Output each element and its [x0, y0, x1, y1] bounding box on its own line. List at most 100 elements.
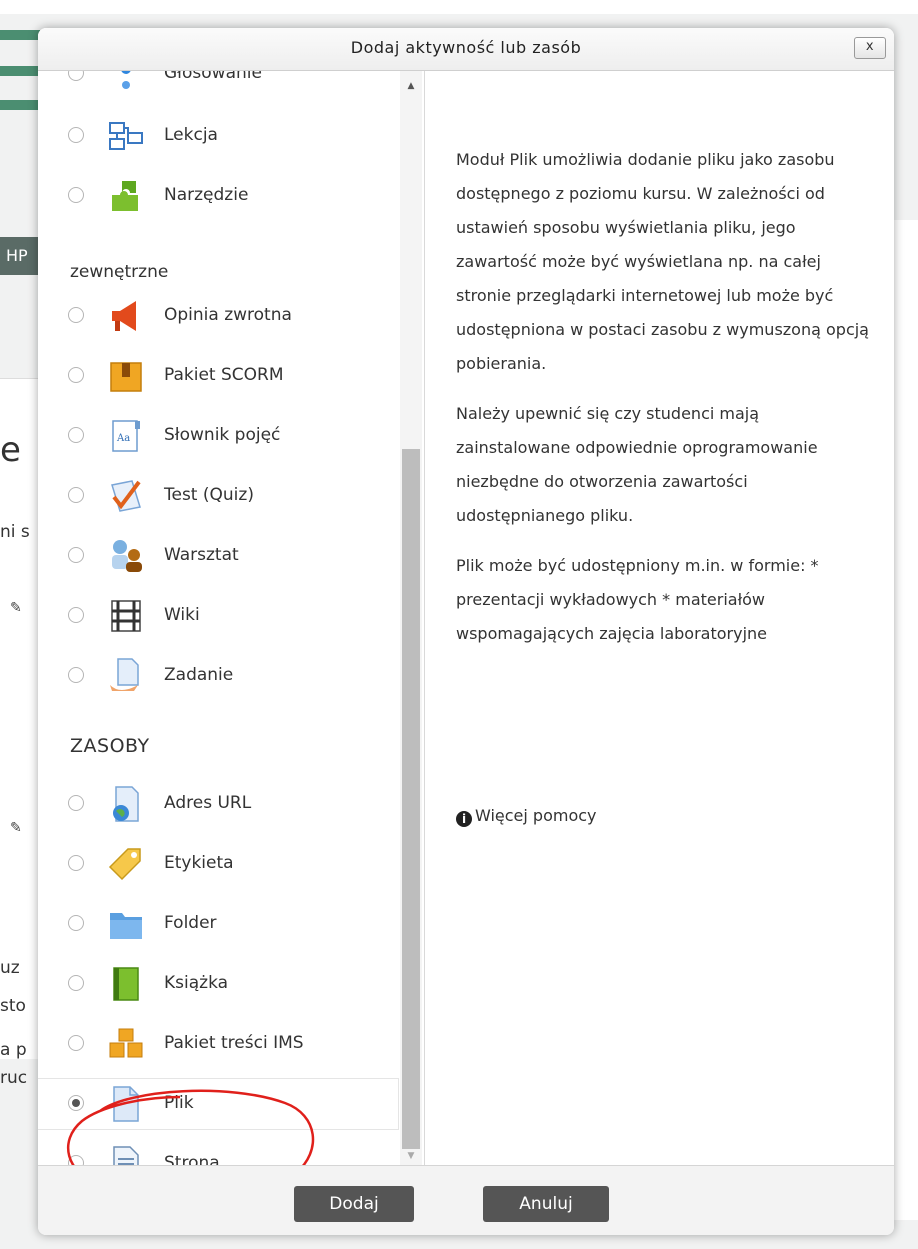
- option-radio[interactable]: [68, 1035, 84, 1051]
- option-label: Pakiet treści IMS: [164, 1033, 304, 1053]
- option-radio[interactable]: [68, 607, 84, 623]
- info-icon: i: [456, 811, 472, 827]
- puzzle-icon: [108, 177, 144, 215]
- option-radio[interactable]: [68, 307, 84, 323]
- quiz-checkmark-icon: [108, 477, 144, 515]
- background-logo-stripe: [0, 100, 40, 110]
- option-radio[interactable]: [68, 547, 84, 563]
- option-folder[interactable]: Folder: [38, 899, 398, 949]
- option-label: Pakiet SCORM: [164, 365, 284, 385]
- option-label: Etykieta: [164, 853, 234, 873]
- option-label: Opinia zwrotna: [164, 305, 292, 325]
- option-slownik-pojec[interactable]: Aa Słownik pojęć: [38, 411, 398, 461]
- option-label: Strona: [164, 1153, 220, 1165]
- workshop-people-icon: [108, 537, 144, 575]
- cancel-button[interactable]: Anuluj: [483, 1186, 609, 1222]
- background-text-fragment: uz: [0, 958, 20, 978]
- background-logo-stripe: [0, 66, 40, 76]
- option-label: Adres URL: [164, 793, 252, 813]
- dialog-footer: Dodaj Anuluj: [38, 1165, 894, 1235]
- option-strona[interactable]: Strona: [38, 1139, 398, 1165]
- background-text-fragment: a p: [0, 1040, 27, 1060]
- folder-icon: [108, 905, 144, 943]
- option-radio[interactable]: [68, 71, 84, 81]
- option-radio-selected[interactable]: [68, 1095, 84, 1111]
- packages-icon: [108, 1025, 144, 1063]
- option-radio[interactable]: [68, 127, 84, 143]
- url-globe-icon: [108, 785, 144, 823]
- option-label: Zadanie: [164, 665, 234, 685]
- more-help-link[interactable]: i Więcej pomocy: [456, 806, 597, 827]
- option-pakiet-scorm[interactable]: Pakiet SCORM: [38, 351, 398, 401]
- background-text-fragment: sto: [0, 996, 26, 1016]
- option-opinia-zwrotna[interactable]: Opinia zwrotna: [38, 291, 398, 341]
- option-etykieta[interactable]: Etykieta: [38, 839, 398, 889]
- edit-pencil-icon[interactable]: ✎: [10, 600, 22, 616]
- wiki-icon: [108, 597, 144, 635]
- add-activity-dialog: Dodaj aktywność lub zasób x Głosowanie L…: [38, 28, 894, 1235]
- lesson-icon: [108, 117, 144, 155]
- option-radio[interactable]: [68, 1155, 84, 1165]
- scrollbar-thumb[interactable]: [402, 449, 420, 1149]
- option-label: Test (Quiz): [164, 485, 254, 505]
- help-paragraph: Moduł Plik umożliwia dodanie pliku jako …: [456, 150, 869, 373]
- dialog-header: Dodaj aktywność lub zasób x: [38, 28, 894, 71]
- option-adres-url[interactable]: Adres URL: [38, 779, 398, 829]
- label-tag-icon: [108, 845, 144, 883]
- option-plik[interactable]: Plik: [38, 1079, 398, 1129]
- option-narzedzie-zewnetrzne[interactable]: Narzędzie: [38, 171, 398, 221]
- option-label: Folder: [164, 913, 217, 933]
- background-heading-fragment: e: [0, 430, 21, 470]
- background-hp-badge: HP: [0, 237, 40, 275]
- dialog-title: Dodaj aktywność lub zasób: [350, 38, 582, 57]
- background-topbar: [0, 0, 918, 14]
- option-radio[interactable]: [68, 427, 84, 443]
- option-radio[interactable]: [68, 487, 84, 503]
- option-ksiazka[interactable]: Książka: [38, 959, 398, 1009]
- option-label: Głosowanie: [164, 71, 262, 83]
- option-radio[interactable]: [68, 855, 84, 871]
- option-test-quiz[interactable]: Test (Quiz): [38, 471, 398, 521]
- file-icon: [108, 1085, 144, 1123]
- option-zadanie[interactable]: Zadanie: [38, 651, 398, 701]
- option-warsztat[interactable]: Warsztat: [38, 531, 398, 581]
- option-wiki[interactable]: Wiki: [38, 591, 398, 641]
- glossary-icon: Aa: [108, 417, 144, 455]
- option-radio[interactable]: [68, 667, 84, 683]
- option-label: Lekcja: [164, 125, 218, 145]
- background-content-panel: [0, 378, 40, 1059]
- edit-pencil-icon[interactable]: ✎: [10, 820, 22, 836]
- scroll-down-arrow-icon[interactable]: ▼: [400, 1151, 422, 1161]
- choice-icon: [108, 71, 144, 93]
- scroll-up-arrow-icon[interactable]: ▲: [400, 81, 422, 91]
- option-radio[interactable]: [68, 367, 84, 383]
- option-label: Wiki: [164, 605, 200, 625]
- option-label: Plik: [164, 1093, 194, 1113]
- svg-text:Aa: Aa: [116, 433, 130, 444]
- megaphone-icon: [108, 297, 144, 335]
- add-button[interactable]: Dodaj: [294, 1186, 414, 1222]
- help-paragraph: Należy upewnić się czy studenci mają zai…: [456, 404, 818, 525]
- page-icon: [108, 1145, 144, 1165]
- package-icon: [108, 357, 144, 395]
- option-glosowanie[interactable]: Głosowanie: [38, 71, 398, 99]
- background-text-fragment: ni s: [0, 522, 30, 542]
- option-radio[interactable]: [68, 915, 84, 931]
- options-list[interactable]: Głosowanie Lekcja Narzędzie zewnętrzne O…: [38, 71, 425, 1165]
- option-radio[interactable]: [68, 975, 84, 991]
- option-radio[interactable]: [68, 187, 84, 203]
- background-text-fragment: ruc: [0, 1068, 28, 1088]
- option-label: Słownik pojęć: [164, 425, 281, 445]
- option-label: Narzędzie: [164, 185, 249, 205]
- help-paragraph: Plik może być udostępniony m.in. w formi…: [456, 556, 819, 643]
- option-lekcja[interactable]: Lekcja: [38, 111, 398, 161]
- book-icon: [108, 965, 144, 1003]
- option-pakiet-tresci-ims[interactable]: Pakiet treści IMS: [38, 1019, 398, 1069]
- assignment-icon: [108, 657, 144, 695]
- more-help-label[interactable]: Więcej pomocy: [475, 806, 597, 825]
- resources-section-title: ZASOBY: [70, 735, 150, 757]
- option-radio[interactable]: [68, 795, 84, 811]
- option-label-continuation: zewnętrzne: [70, 262, 169, 282]
- close-button[interactable]: x: [854, 37, 886, 59]
- options-scrollbar[interactable]: ▲ ▼: [400, 71, 422, 1165]
